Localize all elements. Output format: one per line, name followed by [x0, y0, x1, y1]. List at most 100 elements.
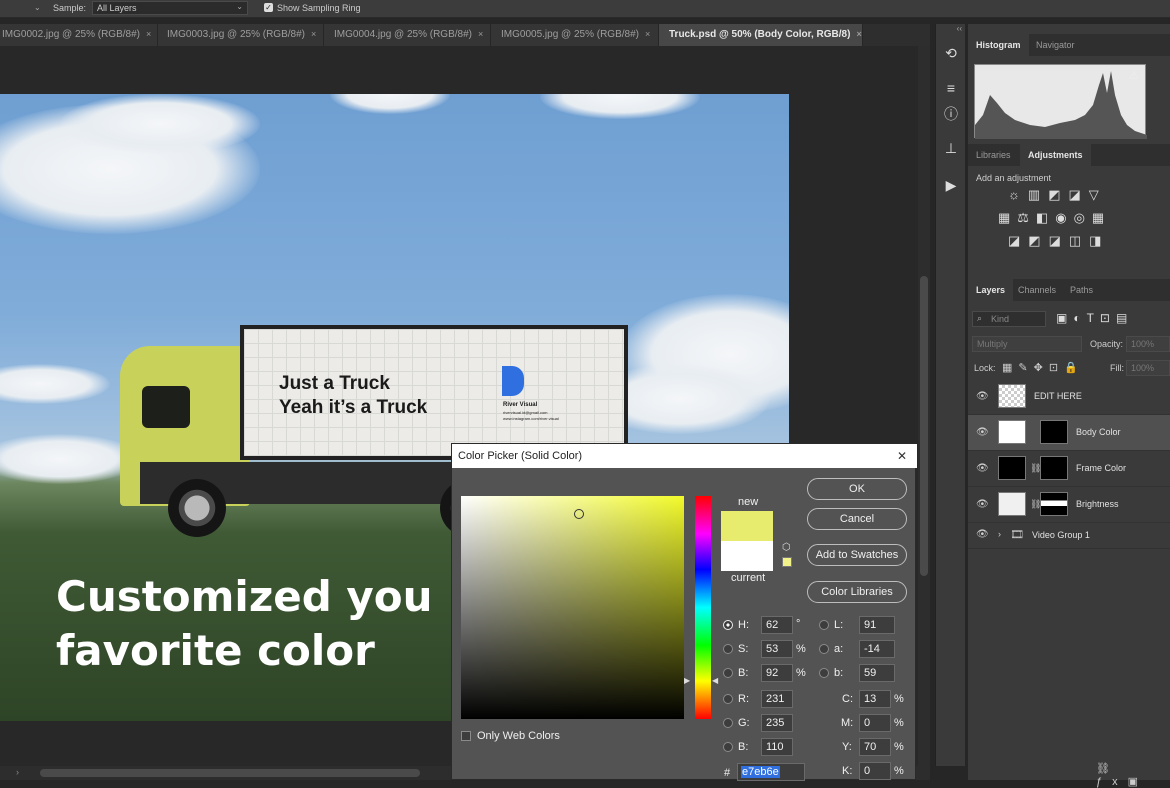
radio-r[interactable]: [723, 694, 733, 704]
b-input[interactable]: 92: [761, 664, 793, 682]
vertical-scrollbar[interactable]: [918, 46, 930, 766]
radio-lab-b[interactable]: [819, 668, 829, 678]
close-icon[interactable]: ×: [146, 29, 151, 39]
layer-edit-here[interactable]: 👁 EDIT HERE: [968, 379, 1170, 415]
eye-icon[interactable]: 👁: [976, 391, 989, 402]
color-libraries-button[interactable]: Color Libraries: [807, 581, 907, 603]
layer-footer-icons[interactable]: ⛓ƒx▣: [1096, 762, 1170, 788]
tab-navigator[interactable]: Navigator: [1028, 34, 1083, 56]
adjustment-icons-row-1[interactable]: ☼▥◩◪▽: [1008, 187, 1107, 203]
eye-icon[interactable]: 👁: [976, 463, 989, 474]
truck-headline-2: Yeah it’s a Truck: [279, 397, 428, 418]
only-web-colors-checkbox[interactable]: [461, 731, 471, 741]
radio-b[interactable]: [723, 668, 733, 678]
cancel-button[interactable]: Cancel: [807, 508, 907, 530]
degree-unit: °: [796, 618, 801, 630]
info-icon[interactable]: ⓘ: [938, 103, 964, 125]
clone-source-icon[interactable]: ⊥: [938, 137, 964, 159]
tab-adjustments[interactable]: Adjustments: [1020, 144, 1091, 166]
layer-video-group[interactable]: 👁 › 🎞 Video Group 1: [968, 523, 1170, 549]
scrollbar-thumb[interactable]: [920, 276, 928, 576]
layer-body-color[interactable]: 👁 Body Color: [968, 415, 1170, 451]
radio-g[interactable]: [723, 718, 733, 728]
actions-play-icon[interactable]: ▶: [938, 174, 964, 196]
h-input[interactable]: 62: [761, 616, 793, 634]
blend-mode-select[interactable]: Multiply: [972, 336, 1082, 352]
eye-icon[interactable]: 👁: [976, 529, 989, 540]
eye-icon[interactable]: 👁: [976, 499, 989, 510]
a-input[interactable]: -14: [859, 640, 895, 658]
opacity-input[interactable]: 100%: [1126, 336, 1170, 352]
scrollbar-thumb[interactable]: [40, 769, 420, 777]
m-label: M:: [841, 717, 854, 729]
radio-h[interactable]: [723, 620, 733, 630]
properties-icon[interactable]: ≡: [938, 77, 964, 99]
sampling-ring-checkbox[interactable]: ✓: [264, 3, 273, 12]
l-input[interactable]: 91: [859, 616, 895, 634]
color-field-cursor[interactable]: [574, 509, 584, 519]
layer-name: Body Color: [1076, 427, 1121, 437]
layer-filter-icons[interactable]: ▣◐T⊡▤: [1056, 311, 1133, 325]
web-safe-swatch[interactable]: [782, 557, 792, 567]
search-icon: ⌕: [977, 313, 983, 323]
tab-paths[interactable]: Paths: [1062, 279, 1101, 301]
fill-label: Fill:: [1110, 363, 1124, 373]
hue-slider-right-arrow[interactable]: ◀: [712, 676, 718, 685]
chevron-down-icon[interactable]: ⌄: [34, 3, 41, 12]
eye-icon[interactable]: 👁: [976, 427, 989, 438]
r-label: R:: [738, 693, 749, 705]
sample-select-value: All Layers: [97, 3, 137, 13]
collapse-icon[interactable]: ‹‹: [936, 24, 966, 36]
current-label: current: [731, 572, 766, 584]
hue-slider[interactable]: [695, 496, 711, 719]
r-input[interactable]: 231: [761, 690, 793, 708]
layer-brightness[interactable]: 👁 ⛓ Brightness: [968, 487, 1170, 523]
radio-a[interactable]: [819, 644, 829, 654]
g-input[interactable]: 235: [761, 714, 793, 732]
add-to-swatches-button[interactable]: Add to Swatches: [807, 544, 907, 566]
adjustment-icons-row-2[interactable]: ▦⚖◧◉◎▦: [998, 210, 1111, 226]
tab-truck-psd[interactable]: Truck.psd @ 50% (Body Color, RGB/8) ×: [659, 24, 863, 46]
tab-img0002[interactable]: IMG0002.jpg @ 25% (RGB/8#) ×: [0, 24, 158, 46]
fill-input[interactable]: 100%: [1126, 360, 1170, 376]
cloud: [0, 434, 140, 484]
lock-icons[interactable]: ▦✎✥⊡🔒: [1002, 361, 1084, 374]
radio-l[interactable]: [819, 620, 829, 630]
warning-icon[interactable]: ⚠: [1129, 69, 1139, 82]
hex-input[interactable]: e7eb6e: [737, 763, 805, 781]
hue-slider-left-arrow[interactable]: ▶: [684, 676, 690, 685]
m-input[interactable]: 0: [859, 714, 891, 732]
s-input[interactable]: 53: [761, 640, 793, 658]
ok-button[interactable]: OK: [807, 478, 907, 500]
tab-layers[interactable]: Layers: [968, 279, 1014, 301]
layer-frame-color[interactable]: 👁 ⛓ Frame Color: [968, 451, 1170, 487]
close-icon[interactable]: ×: [311, 29, 316, 39]
tab-img0005[interactable]: IMG0005.jpg @ 25% (RGB/8#) ×: [491, 24, 659, 46]
tab-channels[interactable]: Channels: [1010, 279, 1064, 301]
cube-icon[interactable]: ⬡: [782, 542, 791, 553]
chevron-right-icon[interactable]: ›: [16, 767, 19, 777]
k-input[interactable]: 0: [859, 762, 891, 780]
adjustment-icons-row-3[interactable]: ◪◩◪◫◨: [1008, 233, 1109, 249]
sample-select[interactable]: All Layers ⌄: [92, 1, 248, 15]
blue-input[interactable]: 110: [761, 738, 793, 756]
close-icon[interactable]: ×: [478, 29, 483, 39]
close-icon[interactable]: ×: [856, 29, 861, 39]
history-icon[interactable]: ⟲: [938, 42, 964, 64]
y-input[interactable]: 70: [859, 738, 891, 756]
percent-unit: %: [894, 693, 904, 705]
current-color-swatch[interactable]: [721, 541, 773, 571]
lab-b-input[interactable]: 59: [859, 664, 895, 682]
tab-libraries[interactable]: Libraries: [968, 144, 1019, 166]
color-field[interactable]: [461, 496, 684, 719]
tab-img0003[interactable]: IMG0003.jpg @ 25% (RGB/8#) ×: [158, 24, 324, 46]
close-icon[interactable]: ×: [645, 29, 650, 39]
chevron-right-icon[interactable]: ›: [998, 529, 1001, 539]
tab-img0004[interactable]: IMG0004.jpg @ 25% (RGB/8#) ×: [324, 24, 491, 46]
radio-blue[interactable]: [723, 742, 733, 752]
close-icon[interactable]: ✕: [897, 449, 907, 463]
tab-histogram[interactable]: Histogram: [968, 34, 1029, 56]
layer-filter-kind[interactable]: ⌕ Kind: [972, 311, 1046, 327]
c-input[interactable]: 13: [859, 690, 891, 708]
radio-s[interactable]: [723, 644, 733, 654]
